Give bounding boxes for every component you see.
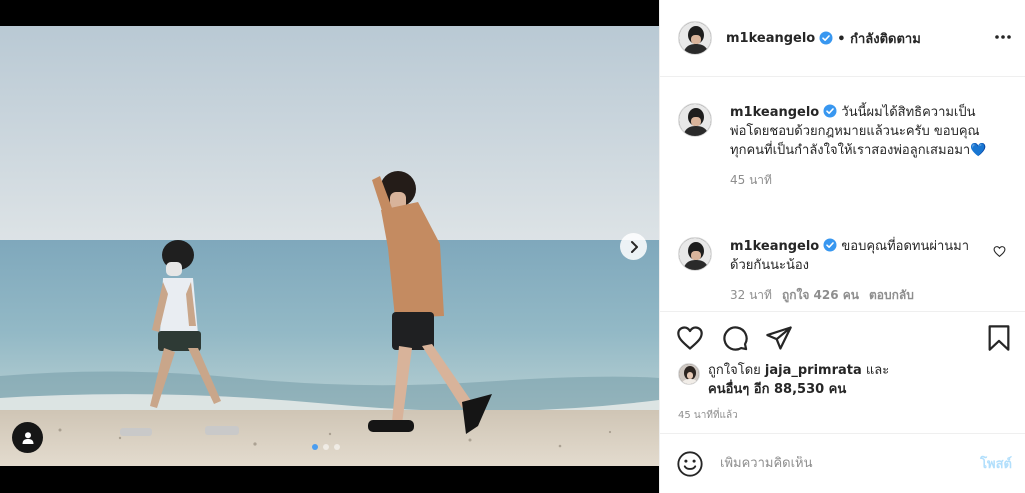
comment-body: m1keangelo ขอบคุณที่อดทนผ่านมาด้วยกันนะน… bbox=[730, 237, 970, 275]
person-icon bbox=[22, 431, 33, 444]
follow-status-button[interactable]: • กำลังติดตาม bbox=[837, 28, 921, 49]
comment-username[interactable]: m1keangelo bbox=[730, 239, 819, 254]
verified-badge-icon bbox=[823, 104, 837, 118]
emoji-smiley-icon[interactable] bbox=[676, 450, 704, 478]
carousel-dot-1 bbox=[312, 444, 318, 450]
comment-meta: 32 นาที ถูกใจ 426 คน ตอบกลับ bbox=[730, 286, 970, 305]
chevron-right-icon bbox=[630, 240, 638, 253]
post-comment-button[interactable]: โพสต์ bbox=[980, 453, 1012, 474]
add-comment-input[interactable] bbox=[720, 456, 950, 471]
like-heart-icon[interactable] bbox=[676, 324, 704, 352]
verified-badge-icon bbox=[819, 31, 833, 45]
avatar[interactable] bbox=[678, 103, 712, 137]
verified-badge-icon bbox=[823, 238, 837, 252]
post-photo[interactable] bbox=[0, 26, 659, 466]
likes-summary: ถูกใจโดย jaja_primrata และ คนอื่นๆ อีก 8… bbox=[678, 361, 1018, 399]
avatar[interactable] bbox=[678, 363, 700, 385]
likes-text: ถูกใจโดย jaja_primrata และ คนอื่นๆ อีก 8… bbox=[708, 361, 889, 399]
avatar[interactable] bbox=[678, 237, 712, 271]
beach-photo bbox=[0, 26, 659, 466]
comment-item: m1keangelo ขอบคุณที่อดทนผ่านมาด้วยกันนะน… bbox=[678, 237, 1018, 305]
post-media bbox=[0, 0, 659, 493]
more-options-icon[interactable] bbox=[994, 28, 1012, 46]
post-details-panel: m1keangelo • กำลังติดตาม m1keangelo วันน… bbox=[659, 0, 1025, 493]
bookmark-save-icon[interactable] bbox=[986, 324, 1012, 352]
next-slide-button[interactable] bbox=[620, 233, 647, 260]
carousel-indicator bbox=[312, 444, 340, 450]
post-timestamp[interactable]: 45 นาทีที่แล้ว bbox=[678, 408, 738, 423]
comment-likes-count[interactable]: ถูกใจ 426 คน bbox=[782, 286, 859, 305]
caption-timestamp[interactable]: 45 นาที bbox=[730, 171, 772, 190]
comment-bubble-icon[interactable] bbox=[721, 324, 749, 352]
avatar[interactable] bbox=[678, 21, 712, 55]
liked-by-and: และ bbox=[865, 363, 890, 378]
comments-list: m1keangelo วันนี้ผมได้สิทธิความเป็นพ่อโด… bbox=[660, 77, 1025, 311]
carousel-dot-2 bbox=[323, 444, 329, 450]
comment-like-heart-icon[interactable] bbox=[993, 245, 1006, 258]
comment-timestamp[interactable]: 32 นาที bbox=[730, 286, 772, 305]
author-username[interactable]: m1keangelo bbox=[726, 31, 815, 46]
add-comment-bar: โพสต์ bbox=[660, 433, 1025, 493]
post-actions-bar bbox=[660, 311, 1025, 361]
liked-by-username[interactable]: jaja_primrata bbox=[765, 363, 862, 378]
post-header: m1keangelo • กำลังติดตาม bbox=[660, 0, 1025, 77]
liked-by-others[interactable]: คนอื่นๆ อีก 88,530 คน bbox=[708, 382, 846, 397]
liked-by-prefix: ถูกใจโดย bbox=[708, 363, 761, 378]
tagged-users-button[interactable] bbox=[12, 422, 43, 453]
carousel-dot-3 bbox=[334, 444, 340, 450]
caption-username[interactable]: m1keangelo bbox=[730, 105, 819, 120]
share-direct-icon[interactable] bbox=[765, 324, 793, 352]
caption-meta: 45 นาที bbox=[730, 171, 988, 190]
caption-body: m1keangelo วันนี้ผมได้สิทธิความเป็นพ่อโด… bbox=[730, 103, 988, 160]
caption-comment: m1keangelo วันนี้ผมได้สิทธิความเป็นพ่อโด… bbox=[678, 103, 1018, 190]
reply-button[interactable]: ตอบกลับ bbox=[869, 286, 914, 305]
